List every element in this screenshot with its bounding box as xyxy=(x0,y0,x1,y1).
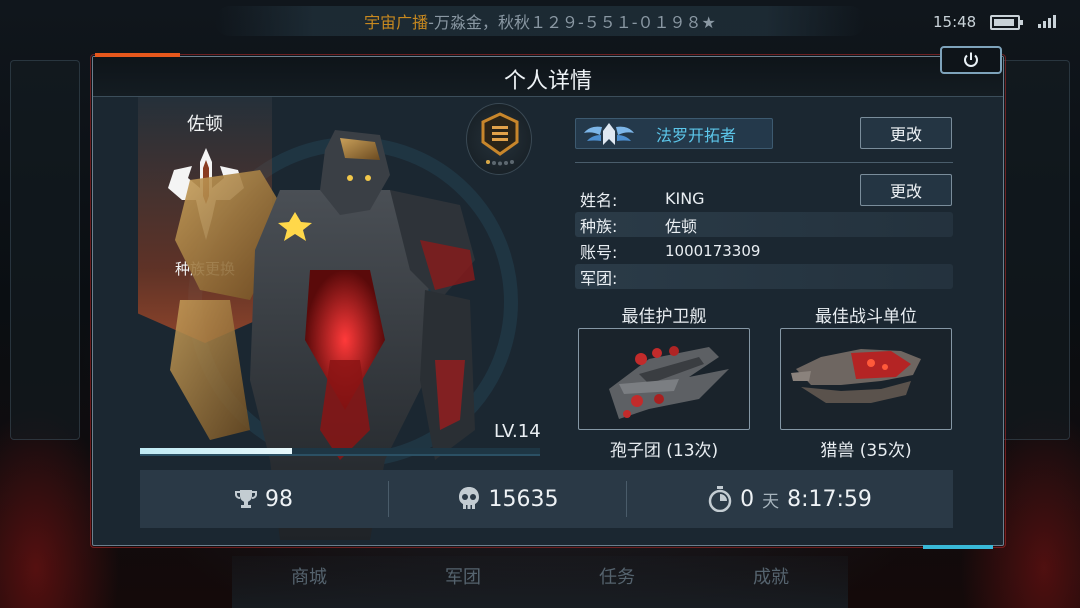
change-title-button[interactable]: 更改 xyxy=(860,117,952,149)
profile-key: 姓名: xyxy=(580,190,618,210)
playtime-days-unit: 天 xyxy=(762,491,780,512)
nav-item-missions[interactable]: 任务 xyxy=(540,556,694,608)
nav-item-shop[interactable]: 商城 xyxy=(232,556,386,608)
profile-value: KING xyxy=(665,189,705,208)
profile-row-legion: 军团: xyxy=(575,264,953,289)
playtime-time: 8:17:59 xyxy=(787,486,872,512)
broadcast-ticker: 宇宙广播 -万淼金，秋秋１２９-５５１-０１９８★ xyxy=(215,6,865,36)
playtime-days: 0 xyxy=(740,486,755,512)
power-icon xyxy=(964,52,978,67)
best-escort-name: 孢子团 (13次) xyxy=(609,441,719,461)
panel-accent-cyan xyxy=(923,545,993,549)
power-button[interactable] xyxy=(940,46,1002,74)
profile-value: 1000173309 xyxy=(665,241,761,260)
best-unit-card[interactable] xyxy=(780,328,952,430)
stats-strip: 98 15635 0 天 8:17:59 xyxy=(140,470,953,528)
stopwatch-icon xyxy=(708,486,732,512)
profile-row-race: 种族: 佐顿 xyxy=(575,212,953,237)
profile-key: 军团: xyxy=(580,268,618,288)
hero-level: LV.14 xyxy=(494,421,541,442)
trophy-icon xyxy=(235,490,257,508)
battery-icon xyxy=(990,15,1023,30)
bottom-nav: 商城 军团 任务 成就 xyxy=(232,556,848,608)
broadcast-text: -万淼金，秋秋１２９-５５１-０１９８★ xyxy=(428,13,716,32)
winged-emblem-icon xyxy=(584,123,634,145)
nav-item-legion[interactable]: 军团 xyxy=(386,556,540,608)
kill-count: 15635 xyxy=(488,486,559,512)
best-escort-label: 最佳护卫舰 xyxy=(621,307,707,327)
spore-cluster-ship-icon xyxy=(609,346,729,419)
stat-kills: 15635 xyxy=(389,470,626,528)
stat-trophies: 98 xyxy=(140,470,388,528)
profile-value: 佐顿 xyxy=(665,216,698,236)
clock: 15:48 xyxy=(933,13,977,31)
xp-progress-bar xyxy=(140,448,540,456)
rank-emblem-icon xyxy=(481,112,519,166)
title-badge: 法罗开拓者 xyxy=(575,118,773,149)
profile-row-name: 姓名: KING xyxy=(575,186,953,211)
best-unit-label: 最佳战斗单位 xyxy=(815,307,917,327)
profile-key: 种族: xyxy=(580,216,618,236)
background-side-panel-right xyxy=(1000,60,1070,440)
nav-item-achievements[interactable]: 成就 xyxy=(694,556,848,608)
trophy-count: 98 xyxy=(265,486,293,512)
rank-badge[interactable] xyxy=(466,103,532,175)
profile-key: 账号: xyxy=(580,242,618,262)
panel-title: 个人详情 xyxy=(503,69,592,94)
signal-icon xyxy=(1038,14,1056,28)
best-unit-name: 猎兽 (35次) xyxy=(820,441,912,461)
background-side-panel-left xyxy=(10,60,80,440)
info-divider xyxy=(575,162,953,163)
skull-icon xyxy=(458,487,479,509)
profile-row-account: 账号: 1000173309 xyxy=(575,238,953,263)
hunter-beast-unit-icon xyxy=(791,349,921,403)
stat-playtime: 0 天 8:17:59 xyxy=(627,470,953,528)
best-escort-card[interactable] xyxy=(578,328,750,430)
title-badge-label: 法罗开拓者 xyxy=(656,125,737,145)
broadcast-source: 宇宙广播 xyxy=(364,13,429,32)
